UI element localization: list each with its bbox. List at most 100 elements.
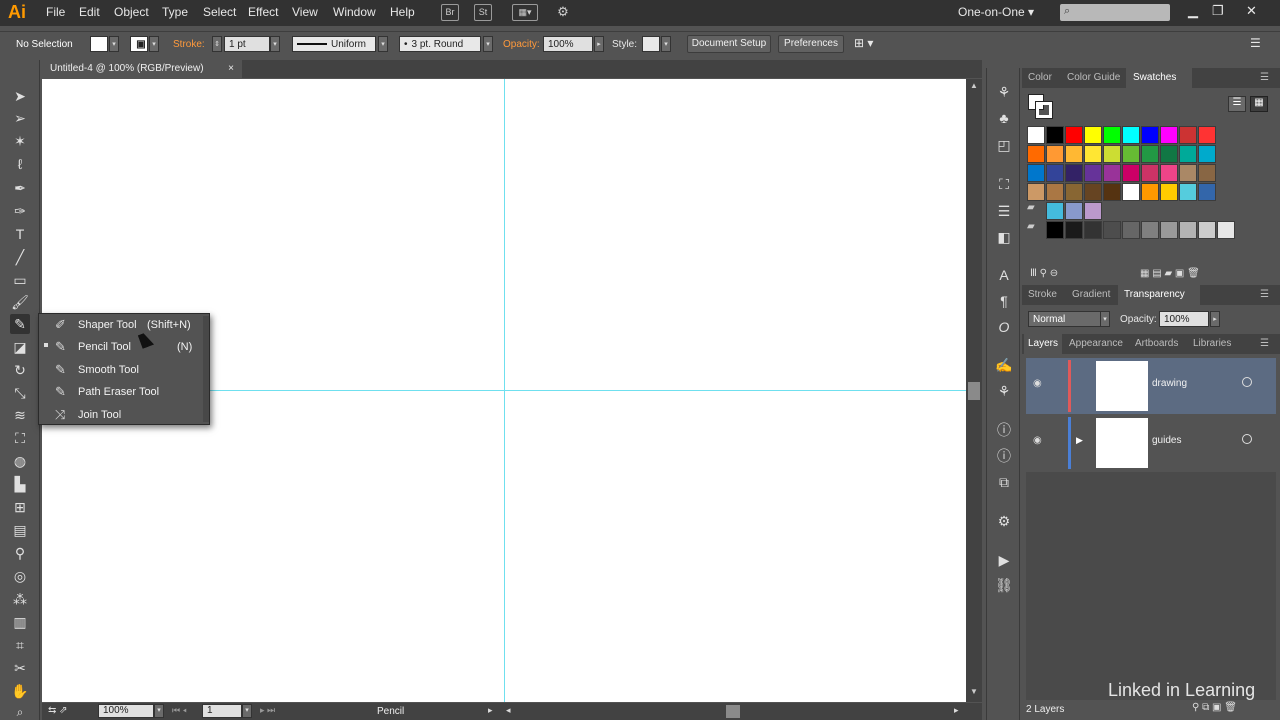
- pen-tool-icon[interactable]: ✒: [10, 178, 30, 198]
- swatch[interactable]: [1065, 145, 1083, 163]
- swatch[interactable]: [1027, 183, 1045, 201]
- swatch[interactable]: [1141, 221, 1159, 239]
- swatch[interactable]: [1084, 221, 1102, 239]
- actions-panel-icon[interactable]: ▶: [994, 550, 1014, 570]
- tab-gradient[interactable]: Gradient: [1072, 289, 1110, 300]
- perspective-grid-tool-icon[interactable]: ▙: [10, 474, 30, 494]
- swatch[interactable]: [1141, 183, 1159, 201]
- tab-color-guide[interactable]: Color Guide: [1067, 72, 1120, 83]
- stock-button[interactable]: St: [474, 4, 492, 21]
- fill-swatch[interactable]: [90, 36, 108, 52]
- fill-dropdown[interactable]: ▾: [109, 36, 119, 52]
- scroll-up-icon[interactable]: ▲: [970, 81, 978, 90]
- swatch[interactable]: [1084, 145, 1102, 163]
- swatch[interactable]: [1141, 126, 1159, 144]
- css-properties-icon[interactable]: ⚙: [994, 511, 1014, 531]
- column-graph-tool-icon[interactable]: ▥: [10, 612, 30, 632]
- swatch[interactable]: [1103, 164, 1121, 182]
- panel-menu-icon[interactable]: ☰: [1260, 72, 1269, 83]
- tab-swatches[interactable]: Swatches: [1133, 72, 1176, 83]
- tab-transparency[interactable]: Transparency: [1124, 289, 1185, 300]
- tab-libraries[interactable]: Libraries: [1193, 338, 1231, 349]
- paintbrush-tool-icon[interactable]: 🖌: [10, 292, 30, 312]
- flyout-shaper-tool[interactable]: ✐ Shaper Tool (Shift+N): [39, 314, 203, 336]
- tab-layers[interactable]: Layers: [1028, 338, 1058, 349]
- swatch[interactable]: [1198, 221, 1216, 239]
- layer-name[interactable]: drawing: [1152, 378, 1187, 389]
- zoom-field[interactable]: 100%: [98, 704, 154, 718]
- links-panel-icon[interactable]: ⛓: [994, 575, 1014, 595]
- transform-panel-icon[interactable]: ⛶: [994, 174, 1014, 194]
- minimize-icon[interactable]: ▁: [1188, 3, 1198, 19]
- hand-tool-icon[interactable]: ✋: [10, 681, 30, 701]
- menu-type[interactable]: Type: [162, 5, 188, 19]
- swatch[interactable]: [1046, 202, 1064, 220]
- panel-menu-icon[interactable]: ☰: [1260, 289, 1269, 300]
- tab-color[interactable]: Color: [1028, 72, 1052, 83]
- vertical-scrollbar[interactable]: ▲ ▼: [966, 79, 982, 702]
- scroll-down-icon[interactable]: ▼: [970, 687, 978, 696]
- info-panel-icon[interactable]: ⓘ: [994, 420, 1014, 440]
- curvature-tool-icon[interactable]: ✑: [10, 201, 30, 221]
- pathfinder-panel-icon[interactable]: ◧: [994, 227, 1014, 247]
- type-tool-icon[interactable]: T: [10, 224, 30, 244]
- flyout-smooth-tool[interactable]: ✎ Smooth Tool: [39, 359, 203, 381]
- blend-mode-dropdown[interactable]: ▾: [1100, 311, 1110, 327]
- swatch[interactable]: [1084, 202, 1102, 220]
- swatch[interactable]: [1084, 164, 1102, 182]
- preferences-button[interactable]: Preferences: [778, 35, 844, 53]
- gpu-performance-icon[interactable]: ⚙: [554, 4, 572, 21]
- opentype-panel-icon[interactable]: O: [994, 317, 1014, 337]
- control-menu-icon[interactable]: ☰: [1250, 36, 1261, 50]
- symbol-sprayer-tool-icon[interactable]: ⁂: [10, 589, 30, 609]
- bridge-button[interactable]: Br: [441, 4, 459, 21]
- stroke-profile-field[interactable]: Uniform: [292, 36, 376, 52]
- swatch[interactable]: [1198, 126, 1216, 144]
- swatch[interactable]: [1103, 145, 1121, 163]
- mesh-tool-icon[interactable]: ⊞: [10, 497, 30, 517]
- menu-edit[interactable]: Edit: [79, 5, 100, 19]
- scroll-left-icon[interactable]: ◂: [506, 705, 511, 716]
- magic-wand-tool-icon[interactable]: ✶: [10, 131, 30, 151]
- swatch[interactable]: [1065, 126, 1083, 144]
- menu-effect[interactable]: Effect: [248, 5, 278, 19]
- panel-menu-icon[interactable]: ☰: [1260, 338, 1269, 349]
- scale-tool-icon[interactable]: ⤡: [10, 383, 30, 403]
- flyout-path-eraser-tool[interactable]: ✎ Path Eraser Tool: [39, 381, 203, 403]
- rotate-tool-icon[interactable]: ↻: [10, 360, 30, 380]
- paragraph-panel-icon[interactable]: ¶: [994, 291, 1014, 311]
- tab-artboards[interactable]: Artboards: [1135, 338, 1178, 349]
- grid-view-icon[interactable]: ▦: [1250, 96, 1268, 112]
- layer-row-guides[interactable]: ◉ ▶ guides: [1026, 415, 1276, 471]
- swatch[interactable]: [1179, 126, 1197, 144]
- rectangle-tool-icon[interactable]: ▭: [10, 270, 30, 290]
- swatch[interactable]: [1122, 183, 1140, 201]
- close-tab-icon[interactable]: ×: [228, 60, 234, 78]
- layer-actions-icon[interactable]: ⚲ ⧉ ▣ 🗑: [1192, 702, 1237, 713]
- swatch[interactable]: [1141, 164, 1159, 182]
- document-tab[interactable]: Untitled-4 @ 100% (RGB/Preview) ×: [42, 60, 242, 78]
- symbols-sprayer-icon[interactable]: ⚘: [994, 82, 1014, 102]
- swatch[interactable]: [1160, 221, 1178, 239]
- image-trace-icon[interactable]: ⚘: [994, 381, 1014, 401]
- swatch[interactable]: [1103, 221, 1121, 239]
- artboard-tool-icon[interactable]: ⌗: [10, 635, 30, 655]
- brushes-panel-icon[interactable]: ✍: [994, 355, 1014, 375]
- swatch[interactable]: [1179, 183, 1197, 201]
- last-artboard-icon[interactable]: ▸ ⏭: [260, 705, 275, 716]
- stroke-swatch[interactable]: ▣: [130, 36, 148, 52]
- swatch[interactable]: [1027, 164, 1045, 182]
- search-input[interactable]: ⌕: [1060, 4, 1170, 21]
- swatch[interactable]: [1179, 221, 1197, 239]
- swatch[interactable]: [1103, 183, 1121, 201]
- vertical-scroll-thumb[interactable]: [968, 382, 980, 400]
- menu-window[interactable]: Window: [333, 5, 376, 19]
- line-tool-icon[interactable]: ╱: [10, 247, 30, 267]
- width-tool-icon[interactable]: ≋: [10, 405, 30, 425]
- stroke-label[interactable]: Stroke:: [173, 39, 205, 50]
- flyout-pencil-tool[interactable]: ✎ Pencil Tool (N): [39, 336, 203, 358]
- close-icon[interactable]: ✕: [1246, 3, 1257, 19]
- visibility-eye-icon[interactable]: ◉: [1033, 378, 1042, 389]
- character-panel-icon[interactable]: A: [994, 265, 1014, 285]
- menu-view[interactable]: View: [292, 5, 318, 19]
